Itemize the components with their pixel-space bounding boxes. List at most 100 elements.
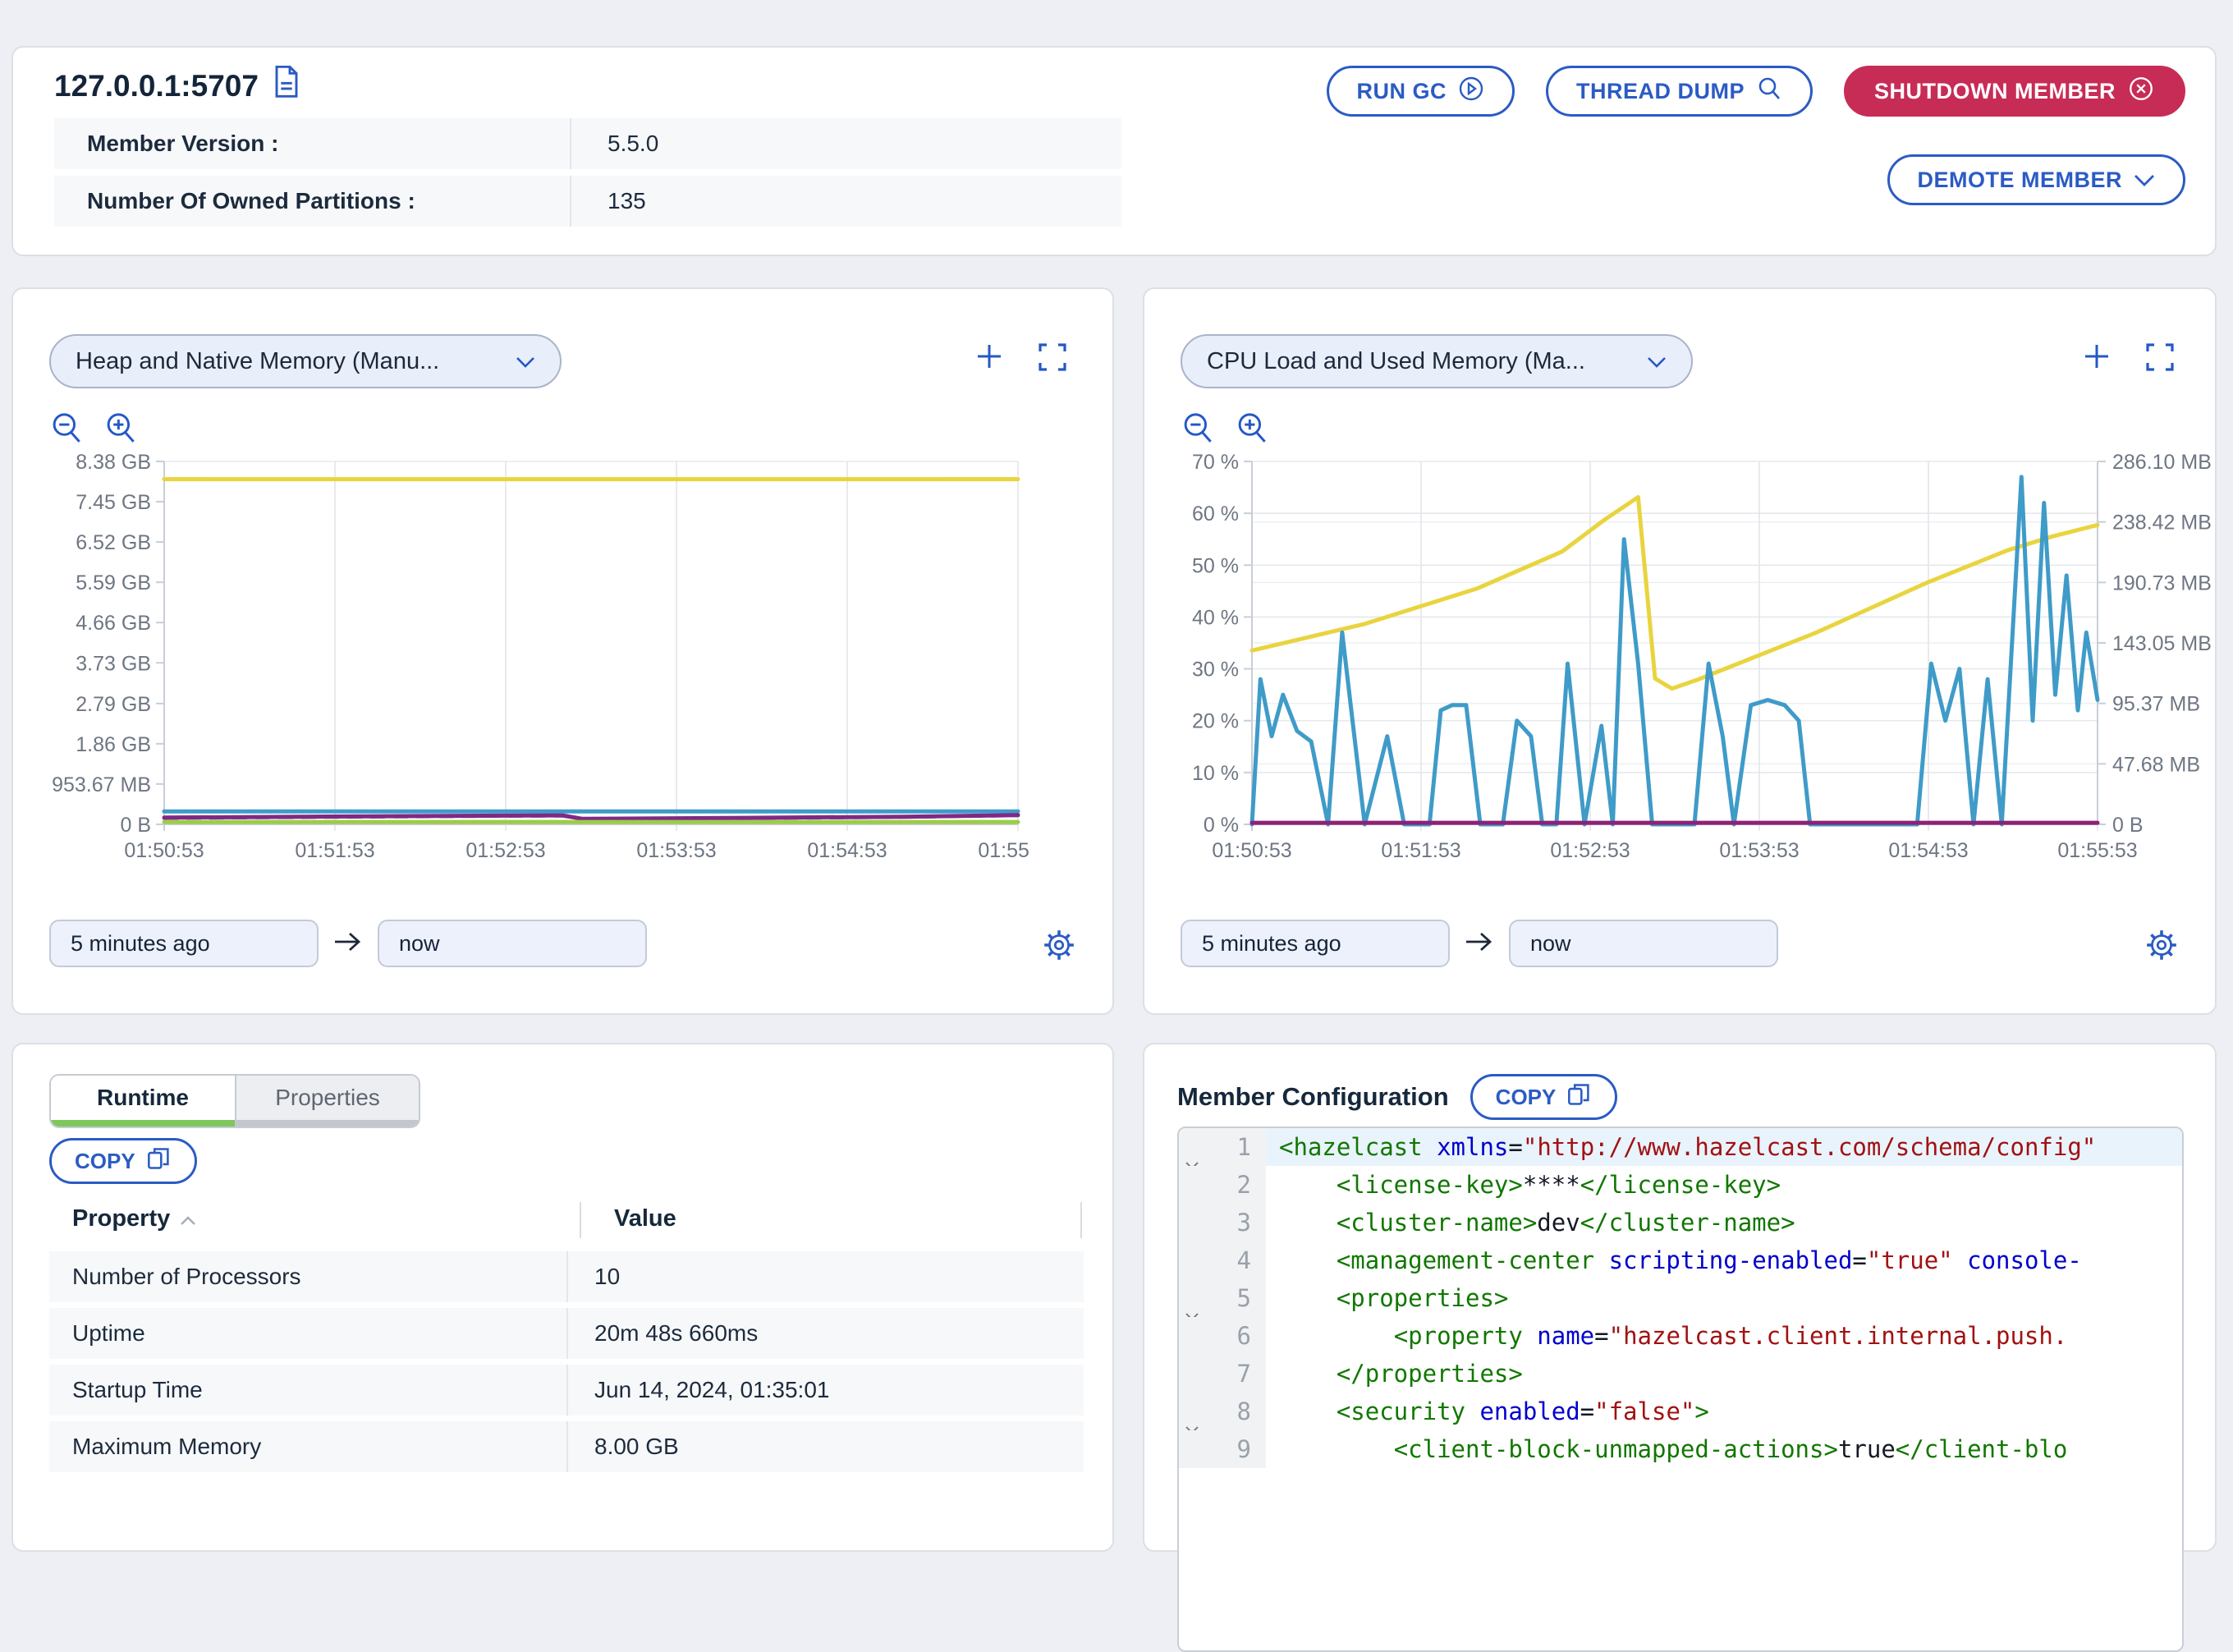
code-text: <security enabled="false"> [1266,1393,2182,1430]
arrow-right-icon [333,930,363,957]
arrow-right-icon [1465,930,1494,957]
column-divider [580,1202,581,1238]
close-circle-icon [2127,75,2155,108]
member-configuration-card: Member Configuration COPY 1<hazelcast xm… [1143,1043,2217,1552]
page-title-row: 127.0.0.1:5707 [54,66,300,106]
demote-member-button[interactable]: DEMOTE MEMBER [1887,154,2186,205]
code-text: <properties> [1266,1279,2182,1317]
svg-text:01:52:53: 01:52:53 [1550,839,1630,862]
property-cell: Startup Time [49,1365,568,1416]
gear-icon[interactable] [1042,928,1076,962]
heap-chart-select-label: Heap and Native Memory (Manu... [76,348,439,375]
tab-properties[interactable]: Properties [235,1076,419,1127]
code-text: <property name="hazelcast.client.interna… [1266,1317,2182,1355]
column-divider [1080,1202,1082,1238]
zoom-out-icon[interactable] [49,411,85,451]
add-chart-icon[interactable] [973,340,1009,376]
thread-dump-label: THREAD DUMP [1576,79,1745,104]
line-gutter[interactable]: 6 [1179,1317,1266,1355]
thread-dump-button[interactable]: THREAD DUMP [1546,66,1813,117]
svg-text:01:51:53: 01:51:53 [295,839,374,862]
chevron-down-icon [1647,348,1667,375]
time-from-input[interactable]: 5 minutes ago [1181,920,1450,967]
member-address-title: 127.0.0.1:5707 [54,69,259,103]
chevron-down-icon [516,348,535,375]
run-gc-label: RUN GC [1357,79,1447,104]
value-cell: Jun 14, 2024, 01:35:01 [568,1365,1084,1416]
svg-text:30 %: 30 % [1192,659,1239,681]
cpu-chart-metric-select[interactable]: CPU Load and Used Memory (Ma... [1181,334,1693,388]
value-cell: 10 [568,1251,1084,1302]
svg-text:01:55:53: 01:55:53 [2057,839,2137,862]
copy-icon [1567,1082,1592,1113]
member-actions: RUN GC THREAD DUMP SHUTDOWN MEMBER [1327,66,2185,117]
fullscreen-icon[interactable] [1037,342,1073,378]
chart-zoom-controls [49,411,140,451]
gear-icon[interactable] [2144,928,2179,962]
line-gutter[interactable]: 3 [1179,1204,1266,1241]
svg-text:4.66 GB: 4.66 GB [76,612,151,635]
zoom-in-icon[interactable] [103,411,140,451]
heap-chart-metric-select[interactable]: Heap and Native Memory (Manu... [49,334,562,388]
svg-text:50 %: 50 % [1192,554,1239,577]
code-text: </properties> [1266,1355,2182,1393]
code-line: 6 <property name="hazelcast.client.inter… [1179,1317,2182,1355]
code-line: 3 <cluster-name>dev</cluster-name> [1179,1204,2182,1241]
svg-text:286.10 MB: 286.10 MB [2112,453,2212,474]
column-property[interactable]: Property [72,1205,196,1232]
config-title: Member Configuration [1177,1082,1449,1112]
member-info-table: Member Version :5.5.0Number Of Owned Par… [54,118,1121,233]
code-text: <hazelcast xmlns="http://www.hazelcast.c… [1266,1128,2182,1166]
time-to-input[interactable]: now [1509,920,1778,967]
zoom-in-icon[interactable] [1235,411,1271,451]
code-line: 4 <management-center scripting-enabled="… [1179,1241,2182,1279]
svg-text:238.42 MB: 238.42 MB [2112,512,2212,535]
cpu-memory-chart[interactable]: 01:50:5301:51:5301:52:5301:53:5301:54:53… [1174,453,2221,874]
shutdown-member-button[interactable]: SHUTDOWN MEMBER [1844,66,2185,117]
svg-text:01:55:53: 01:55:53 [978,839,1030,862]
runtime-table: Number of Processors10Uptime20m 48s 660m… [49,1251,1084,1478]
svg-text:01:51:53: 01:51:53 [1381,839,1460,862]
code-text: <management-center scripting-enabled="tr… [1266,1241,2182,1279]
line-gutter[interactable]: 8 [1179,1393,1266,1430]
line-gutter[interactable]: 5 [1179,1279,1266,1317]
svg-text:0 %: 0 % [1204,814,1239,837]
line-gutter[interactable]: 1 [1179,1128,1266,1166]
copy-config-button[interactable]: COPY [1470,1074,1618,1120]
svg-text:47.68 MB: 47.68 MB [2112,753,2200,776]
config-code-editor[interactable]: 1<hazelcast xmlns="http://www.hazelcast.… [1177,1127,2184,1652]
play-circle-icon [1458,76,1484,108]
code-line: 8 <security enabled="false"> [1179,1393,2182,1430]
cpu-chart-select-label: CPU Load and Used Memory (Ma... [1207,348,1585,375]
svg-text:0 B: 0 B [2112,814,2144,837]
run-gc-button[interactable]: RUN GC [1327,66,1515,117]
add-chart-icon[interactable] [2080,340,2116,376]
info-value: 5.5.0 [571,118,1121,169]
member-detail-page: 127.0.0.1:5707 Member Version :5.5.0Numb… [0,0,2233,1450]
line-gutter[interactable]: 9 [1179,1430,1266,1468]
svg-text:01:54:53: 01:54:53 [807,839,887,862]
code-line: 2 <license-key>****</license-key> [1179,1166,2182,1204]
svg-text:10 %: 10 % [1192,762,1239,785]
svg-text:01:52:53: 01:52:53 [465,839,545,862]
svg-text:143.05 MB: 143.05 MB [2112,632,2212,655]
cpu-memory-chart-card: CPU Load and Used Memory (Ma... 01:50:53… [1143,287,2217,1015]
document-icon[interactable] [273,66,300,106]
svg-text:7.45 GB: 7.45 GB [76,491,151,514]
svg-text:20 %: 20 % [1192,710,1239,733]
zoom-out-icon[interactable] [1181,411,1217,451]
time-to-input[interactable]: now [378,920,647,967]
fullscreen-icon[interactable] [2144,342,2180,378]
svg-text:01:50:53: 01:50:53 [124,839,204,862]
series-used-memory [1252,497,2098,688]
table-row: Uptime20m 48s 660ms [49,1308,1084,1359]
time-from-input[interactable]: 5 minutes ago [49,920,319,967]
svg-text:01:54:53: 01:54:53 [1888,839,1968,862]
copy-runtime-button[interactable]: COPY [49,1138,197,1184]
tab-runtime[interactable]: Runtime [51,1076,235,1127]
line-gutter[interactable]: 4 [1179,1241,1266,1279]
heap-memory-chart[interactable]: 01:50:5301:51:5301:52:5301:53:5301:54:53… [25,453,1030,874]
line-gutter[interactable]: 2 [1179,1166,1266,1204]
svg-text:40 %: 40 % [1192,606,1239,629]
line-gutter[interactable]: 7 [1179,1355,1266,1393]
